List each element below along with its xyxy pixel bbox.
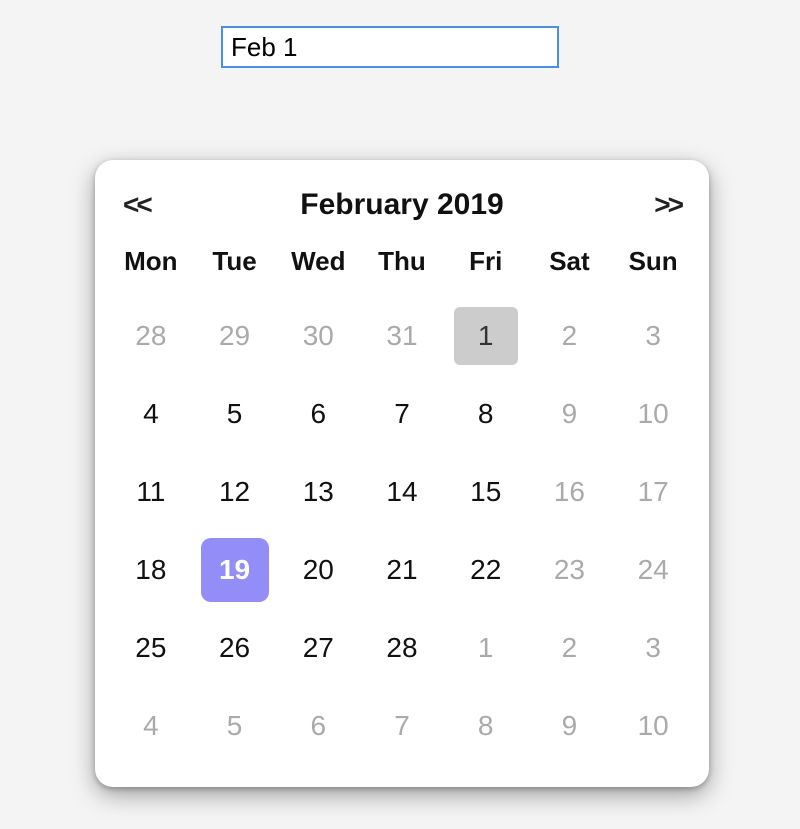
day-cell-selected[interactable]: 1 bbox=[454, 307, 518, 365]
weekday-label: Mon bbox=[109, 246, 193, 277]
month-year-title[interactable]: February 2019 bbox=[300, 188, 503, 222]
day-cell[interactable]: 8 bbox=[446, 689, 526, 763]
day-cell[interactable]: 6 bbox=[278, 689, 358, 763]
date-picker: << February 2019 >> Mon Tue Wed Thu Fri … bbox=[95, 160, 709, 787]
day-cell[interactable]: 2 bbox=[530, 611, 610, 685]
day-cell[interactable]: 28 bbox=[111, 299, 191, 373]
day-cell[interactable]: 7 bbox=[362, 377, 442, 451]
prev-month-button[interactable]: << bbox=[123, 189, 150, 221]
day-cell[interactable]: 28 bbox=[362, 611, 442, 685]
next-month-button[interactable]: >> bbox=[654, 189, 681, 221]
day-cell[interactable]: 15 bbox=[446, 455, 526, 529]
day-cell[interactable]: 4 bbox=[111, 377, 191, 451]
day-cell[interactable]: 11 bbox=[111, 455, 191, 529]
calendar-header: << February 2019 >> bbox=[109, 178, 695, 240]
day-cell[interactable]: 31 bbox=[362, 299, 442, 373]
day-cell-today[interactable]: 19 bbox=[201, 538, 269, 602]
day-cell[interactable]: 18 bbox=[111, 533, 191, 607]
day-cell[interactable]: 10 bbox=[613, 377, 693, 451]
weekday-label: Wed bbox=[276, 246, 360, 277]
day-cell[interactable]: 30 bbox=[278, 299, 358, 373]
day-cell[interactable]: 25 bbox=[111, 611, 191, 685]
day-cell[interactable]: 7 bbox=[362, 689, 442, 763]
day-cell[interactable]: 2 bbox=[530, 299, 610, 373]
day-cell[interactable]: 3 bbox=[613, 299, 693, 373]
day-cell[interactable]: 6 bbox=[278, 377, 358, 451]
weekday-row: Mon Tue Wed Thu Fri Sat Sun bbox=[109, 240, 695, 291]
day-cell[interactable]: 3 bbox=[613, 611, 693, 685]
day-cell[interactable]: 22 bbox=[446, 533, 526, 607]
day-cell[interactable]: 24 bbox=[613, 533, 693, 607]
day-cell[interactable]: 26 bbox=[195, 611, 275, 685]
day-cell[interactable]: 27 bbox=[278, 611, 358, 685]
day-cell[interactable]: 12 bbox=[195, 455, 275, 529]
day-cell[interactable]: 21 bbox=[362, 533, 442, 607]
weekday-label: Tue bbox=[193, 246, 277, 277]
day-cell[interactable]: 9 bbox=[530, 377, 610, 451]
day-cell[interactable]: 4 bbox=[111, 689, 191, 763]
day-cell[interactable]: 20 bbox=[278, 533, 358, 607]
day-cell[interactable]: 14 bbox=[362, 455, 442, 529]
day-cell[interactable]: 5 bbox=[195, 377, 275, 451]
weekday-label: Sun bbox=[611, 246, 695, 277]
weekday-label: Fri bbox=[444, 246, 528, 277]
day-cell[interactable]: 9 bbox=[530, 689, 610, 763]
day-cell[interactable]: 17 bbox=[613, 455, 693, 529]
weekday-label: Sat bbox=[528, 246, 612, 277]
day-cell[interactable]: 29 bbox=[195, 299, 275, 373]
day-cell[interactable]: 10 bbox=[613, 689, 693, 763]
day-cell[interactable]: 5 bbox=[195, 689, 275, 763]
day-cell[interactable]: 13 bbox=[278, 455, 358, 529]
weekday-label: Thu bbox=[360, 246, 444, 277]
day-cell[interactable]: 8 bbox=[446, 377, 526, 451]
date-input[interactable] bbox=[221, 26, 559, 68]
days-grid: 2829303112345678910111213141516171819202… bbox=[109, 291, 695, 767]
day-cell[interactable]: 23 bbox=[530, 533, 610, 607]
day-cell[interactable]: 1 bbox=[446, 611, 526, 685]
day-cell[interactable]: 16 bbox=[530, 455, 610, 529]
